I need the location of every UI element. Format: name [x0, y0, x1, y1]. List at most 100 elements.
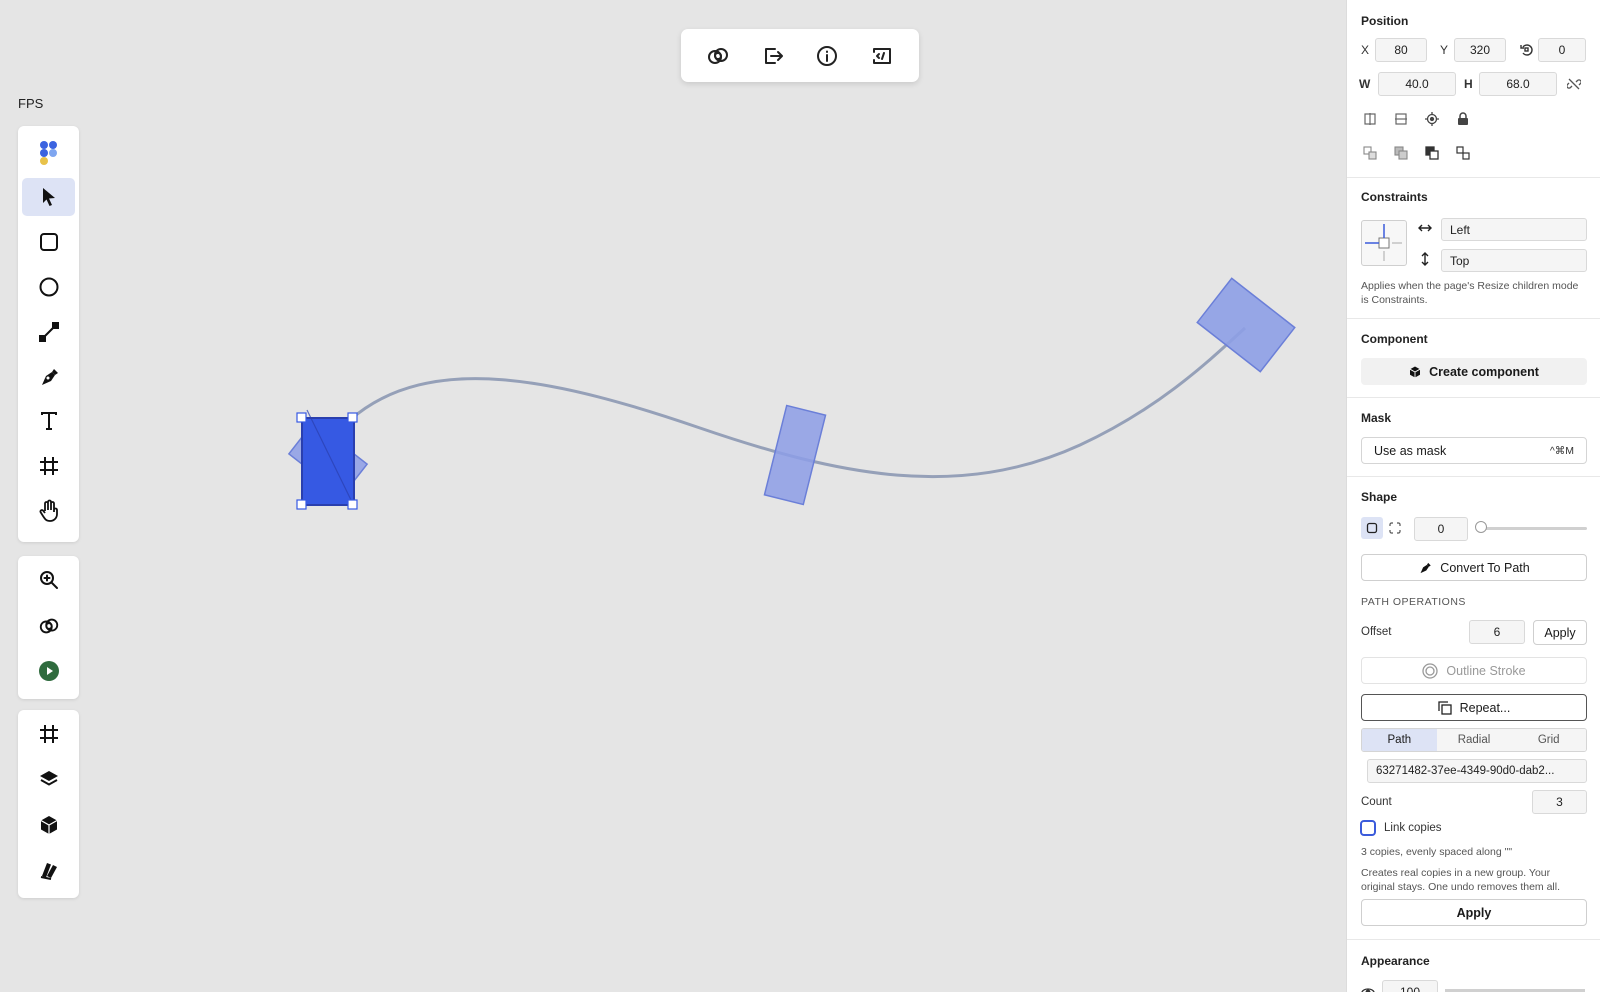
repeat-apply-label: Apply: [1456, 905, 1492, 920]
send-backward-icon[interactable]: [1361, 144, 1379, 162]
repeat-button[interactable]: Repeat...: [1361, 694, 1587, 721]
corner-radius-field[interactable]: 0: [1414, 517, 1468, 541]
constraints-note: Applies when the page's Resize children …: [1361, 280, 1579, 306]
repeat-apply-button[interactable]: Apply: [1361, 899, 1587, 926]
zoom-icon[interactable]: [22, 561, 75, 599]
frame-icon[interactable]: [22, 715, 75, 753]
count-field[interactable]: 3: [1532, 790, 1587, 814]
link-copies-label: Link copies: [1384, 822, 1442, 834]
assets-icon[interactable]: [22, 851, 75, 889]
w-label: W: [1359, 77, 1371, 91]
flip-horizontal-icon[interactable]: [1361, 110, 1379, 128]
eye-icon[interactable]: [1359, 983, 1377, 992]
boolean-rings-icon[interactable]: [22, 607, 75, 645]
link-copies-checkbox[interactable]: [1360, 820, 1376, 836]
unlink-aspect-icon[interactable]: [1565, 75, 1583, 93]
properties-panel: Position X 80 Y 320 0 W 40.0 H 68.0 Cons…: [1346, 0, 1600, 992]
handle-top-right: [347, 412, 358, 423]
bring-forward-icon[interactable]: [1454, 144, 1472, 162]
canvas[interactable]: [0, 0, 1346, 992]
h-field[interactable]: 68.0: [1479, 72, 1557, 96]
lock-icon[interactable]: [1454, 110, 1472, 128]
divider: [1347, 177, 1600, 178]
y-label: Y: [1440, 43, 1449, 57]
logo-icon[interactable]: [22, 134, 75, 172]
mask-shortcut: ^⌘M: [1549, 444, 1574, 457]
component-title: Component: [1361, 332, 1428, 346]
tab-grid[interactable]: Grid: [1511, 729, 1586, 751]
component-icon[interactable]: [22, 806, 75, 844]
pen-icon: [1420, 562, 1432, 573]
w-field[interactable]: 40.0: [1378, 72, 1456, 96]
count-label: Count: [1361, 796, 1392, 808]
bring-to-front-icon[interactable]: [1423, 144, 1441, 162]
text-icon[interactable]: [22, 402, 75, 440]
divider: [1347, 939, 1600, 940]
y-field[interactable]: 320: [1454, 38, 1506, 62]
pen-icon[interactable]: [22, 358, 75, 396]
repeat-note: Creates real copies in a new group. Your…: [1361, 867, 1561, 893]
send-to-back-icon[interactable]: [1392, 144, 1410, 162]
handle-top-left: [296, 412, 307, 423]
horizontal-constraint-select[interactable]: Left: [1441, 218, 1587, 241]
hand-icon[interactable]: [22, 492, 75, 530]
rotation-icon: [1518, 41, 1536, 59]
code-icon[interactable]: [864, 38, 900, 74]
create-component-label: Create component: [1429, 364, 1539, 379]
frame-icon[interactable]: [22, 447, 75, 485]
corner-radius-slider-track[interactable]: [1479, 527, 1587, 530]
canvas-drawing: [287, 277, 1296, 510]
play-icon[interactable]: [22, 652, 75, 690]
flip-vertical-icon[interactable]: [1392, 110, 1410, 128]
offset-field[interactable]: 6: [1469, 620, 1525, 644]
x-label: X: [1361, 43, 1370, 57]
tool-group-main: [18, 126, 79, 542]
select-arrow-icon[interactable]: [22, 178, 75, 216]
repeat-copy-2[interactable]: [763, 404, 827, 506]
offset-apply-button[interactable]: Apply: [1533, 620, 1587, 645]
repeat-mode-tabs: Path Radial Grid: [1361, 728, 1587, 752]
path-operations-title: PATH OPERATIONS: [1361, 596, 1466, 608]
outline-stroke-icon: [1422, 662, 1439, 679]
offset-apply-label: Apply: [1544, 625, 1576, 640]
corner-radius-slider-thumb[interactable]: [1475, 521, 1487, 533]
repeat-label: Repeat...: [1459, 700, 1511, 715]
path-select[interactable]: 63271482-37ee-4349-90d0-dab2...: [1367, 759, 1587, 783]
line-icon[interactable]: [22, 313, 75, 351]
constraints-diagram: [1365, 224, 1402, 261]
x-field[interactable]: 80: [1375, 38, 1427, 62]
use-as-mask-label: Use as mask: [1374, 443, 1447, 458]
target-icon[interactable]: [1423, 110, 1441, 128]
divider: [1347, 397, 1600, 398]
opacity-field[interactable]: 100: [1382, 980, 1438, 992]
outline-stroke-button[interactable]: Outline Stroke: [1361, 657, 1587, 684]
uniform-radius-toggle[interactable]: [1361, 517, 1383, 539]
rectangle-icon[interactable]: [22, 223, 75, 261]
handle-bottom-left: [296, 499, 307, 510]
h-label: H: [1464, 77, 1473, 91]
selected-rectangle[interactable]: [301, 417, 355, 506]
ellipse-icon[interactable]: [22, 268, 75, 306]
tab-path[interactable]: Path: [1362, 729, 1437, 751]
horizontal-arrows-icon: [1416, 219, 1434, 237]
rotation-field[interactable]: 0: [1538, 38, 1586, 62]
repeat-summary: 3 copies, evenly spaced along "": [1361, 846, 1513, 858]
vertical-constraint-select[interactable]: Top: [1441, 249, 1587, 272]
appearance-title: Appearance: [1361, 954, 1430, 968]
layers-icon[interactable]: [22, 760, 75, 798]
independent-corners-icon[interactable]: [1386, 519, 1404, 537]
convert-to-path-button[interactable]: Convert To Path: [1361, 554, 1587, 581]
create-component-button[interactable]: Create component: [1361, 358, 1587, 385]
rounded-square-icon: [1366, 522, 1378, 534]
tab-radial[interactable]: Radial: [1436, 729, 1512, 751]
tool-group-panels: [18, 710, 79, 898]
export-icon[interactable]: [755, 38, 791, 74]
constraints-widget[interactable]: [1361, 220, 1407, 266]
info-icon[interactable]: [809, 38, 845, 74]
convert-to-path-label: Convert To Path: [1440, 560, 1530, 575]
boolean-rings-icon[interactable]: [700, 38, 736, 74]
constraints-title: Constraints: [1361, 190, 1428, 204]
outline-stroke-label: Outline Stroke: [1446, 663, 1526, 678]
use-as-mask-button[interactable]: Use as mask ^⌘M: [1361, 437, 1587, 464]
handle-bottom-right: [347, 499, 358, 510]
